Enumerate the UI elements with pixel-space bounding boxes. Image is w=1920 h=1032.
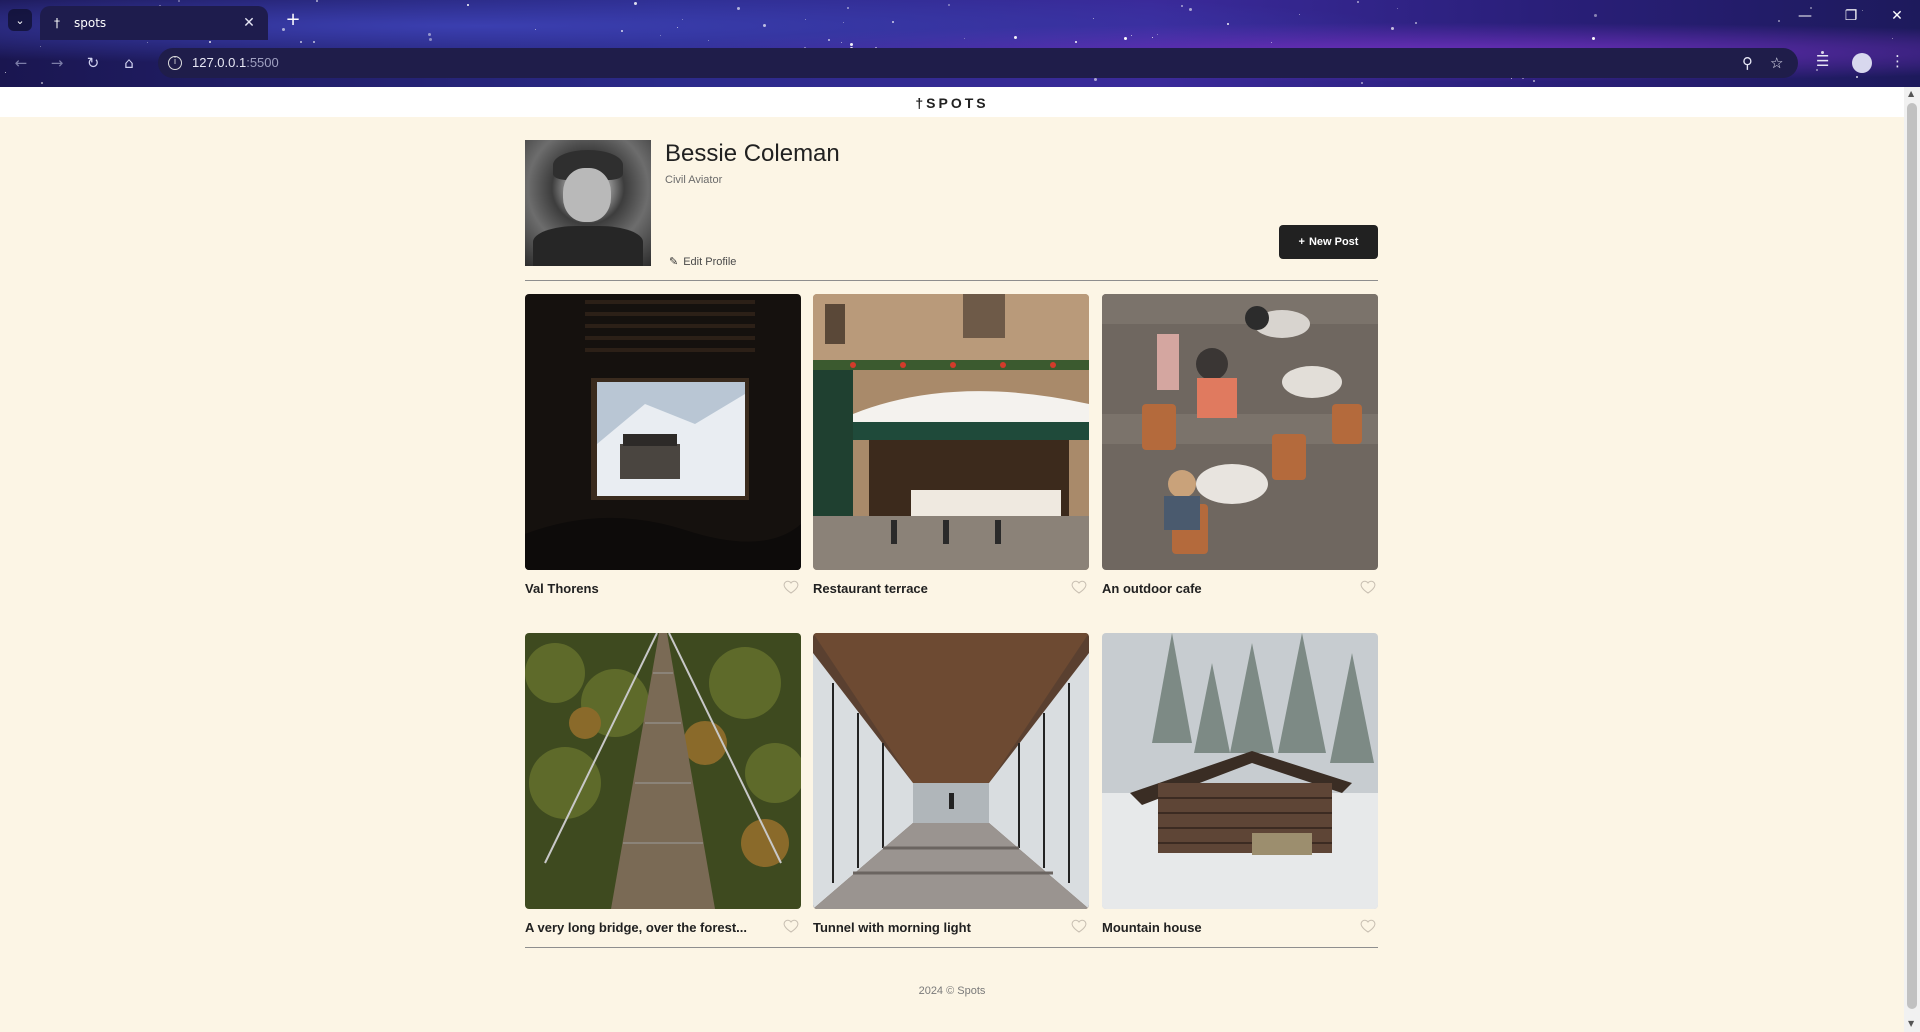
- card-title: Mountain house: [1102, 920, 1202, 935]
- profile-avatar: [525, 140, 651, 266]
- heart-like-icon[interactable]: [1360, 918, 1376, 934]
- bookmark-star-icon[interactable]: ☆: [1770, 54, 1783, 72]
- media-controls-icon[interactable]: ☰: [1816, 52, 1829, 70]
- tab-spots[interactable]: † spots ✕: [40, 6, 268, 40]
- heart-like-icon[interactable]: [783, 579, 799, 595]
- page-viewport: †SPOTS Bessie Coleman Civil Aviator ✎ Ed…: [0, 87, 1904, 1032]
- new-tab-plus-icon[interactable]: +: [282, 9, 304, 30]
- menu-kebab-icon[interactable]: ⋮: [1890, 52, 1905, 70]
- card-image-val-thorens[interactable]: [525, 294, 801, 570]
- scroll-thumb[interactable]: [1907, 103, 1917, 1009]
- card: An outdoor cafe: [1102, 294, 1378, 599]
- spots-favicon-icon: †: [54, 16, 60, 30]
- tab-title: spots: [74, 16, 107, 30]
- forward-arrow-icon[interactable]: →: [46, 52, 68, 74]
- edit-profile-label: Edit Profile: [683, 255, 737, 268]
- card-title: Tunnel with morning light: [813, 920, 971, 935]
- reload-icon[interactable]: ↻: [82, 52, 104, 74]
- spots-logo[interactable]: †SPOTS: [0, 95, 1904, 111]
- restore-icon[interactable]: ❐: [1836, 8, 1866, 24]
- profile-name: Bessie Coleman: [665, 140, 840, 167]
- heart-like-icon[interactable]: [1071, 918, 1087, 934]
- heart-like-icon[interactable]: [783, 918, 799, 934]
- heart-like-icon[interactable]: [1360, 579, 1376, 595]
- card-title: Restaurant terrace: [813, 581, 928, 596]
- site-footer: 2024 © Spots: [918, 985, 986, 997]
- zoom-icon[interactable]: ⚲: [1742, 54, 1753, 72]
- card: Val Thorens: [525, 294, 801, 599]
- address-bar[interactable]: i 127.0.0.1:5500 ⚲ ☆: [158, 48, 1798, 78]
- close-tab-icon[interactable]: ✕: [240, 15, 258, 31]
- card: A very long bridge, over the forest...: [525, 633, 801, 938]
- browser-toolbar: ← → ↻ ⌂ i 127.0.0.1:5500 ⚲ ☆ ☰ ⋮: [0, 44, 1920, 82]
- tab-strip: ⌄ † spots ✕ + — ❐ ✕: [0, 0, 1920, 40]
- card-image-restaurant-terrace[interactable]: [813, 294, 1089, 570]
- scroll-up-arrow-icon[interactable]: ▲: [1908, 89, 1914, 98]
- new-post-button[interactable]: + New Post: [1279, 225, 1378, 259]
- card-image-outdoor-cafe[interactable]: [1102, 294, 1378, 570]
- scroll-down-arrow-icon[interactable]: ▼: [1908, 1019, 1914, 1028]
- close-window-icon[interactable]: ✕: [1882, 8, 1912, 24]
- site-info-icon[interactable]: i: [168, 56, 182, 70]
- url-text: 127.0.0.1:5500: [192, 55, 279, 70]
- page-scrollbar[interactable]: ▲ ▼: [1904, 87, 1920, 1032]
- edit-profile-button[interactable]: ✎ Edit Profile: [669, 255, 737, 269]
- home-icon[interactable]: ⌂: [118, 52, 140, 74]
- profile-section: Bessie Coleman Civil Aviator ✎ Edit Prof…: [525, 140, 1378, 269]
- card-image-mountain-house[interactable]: [1102, 633, 1378, 909]
- pencil-icon: ✎: [669, 256, 679, 268]
- heart-like-icon[interactable]: [1071, 579, 1087, 595]
- site-header: †SPOTS: [0, 87, 1904, 117]
- card-image-tunnel[interactable]: [813, 633, 1089, 909]
- card-title: An outdoor cafe: [1102, 581, 1202, 596]
- tab-search-chevron-icon[interactable]: ⌄: [8, 9, 32, 31]
- card-title: A very long bridge, over the forest...: [525, 920, 748, 935]
- profile-divider: [525, 280, 1378, 281]
- card: Tunnel with morning light: [813, 633, 1089, 938]
- profile-avatar-icon[interactable]: [1852, 53, 1872, 73]
- minimize-icon[interactable]: —: [1790, 8, 1820, 24]
- card: Restaurant terrace: [813, 294, 1089, 599]
- profile-description: Civil Aviator: [665, 174, 723, 186]
- browser-chrome: ⌄ † spots ✕ + — ❐ ✕ ← → ↻ ⌂ i 127.0.0.1:…: [0, 0, 1920, 87]
- card: Mountain house: [1102, 633, 1378, 938]
- plus-icon: +: [1298, 236, 1305, 248]
- card-image-long-bridge[interactable]: [525, 633, 801, 909]
- new-post-label: New Post: [1308, 236, 1359, 248]
- footer-divider: [525, 947, 1378, 948]
- card-title: Val Thorens: [525, 581, 599, 596]
- back-arrow-icon[interactable]: ←: [10, 52, 32, 74]
